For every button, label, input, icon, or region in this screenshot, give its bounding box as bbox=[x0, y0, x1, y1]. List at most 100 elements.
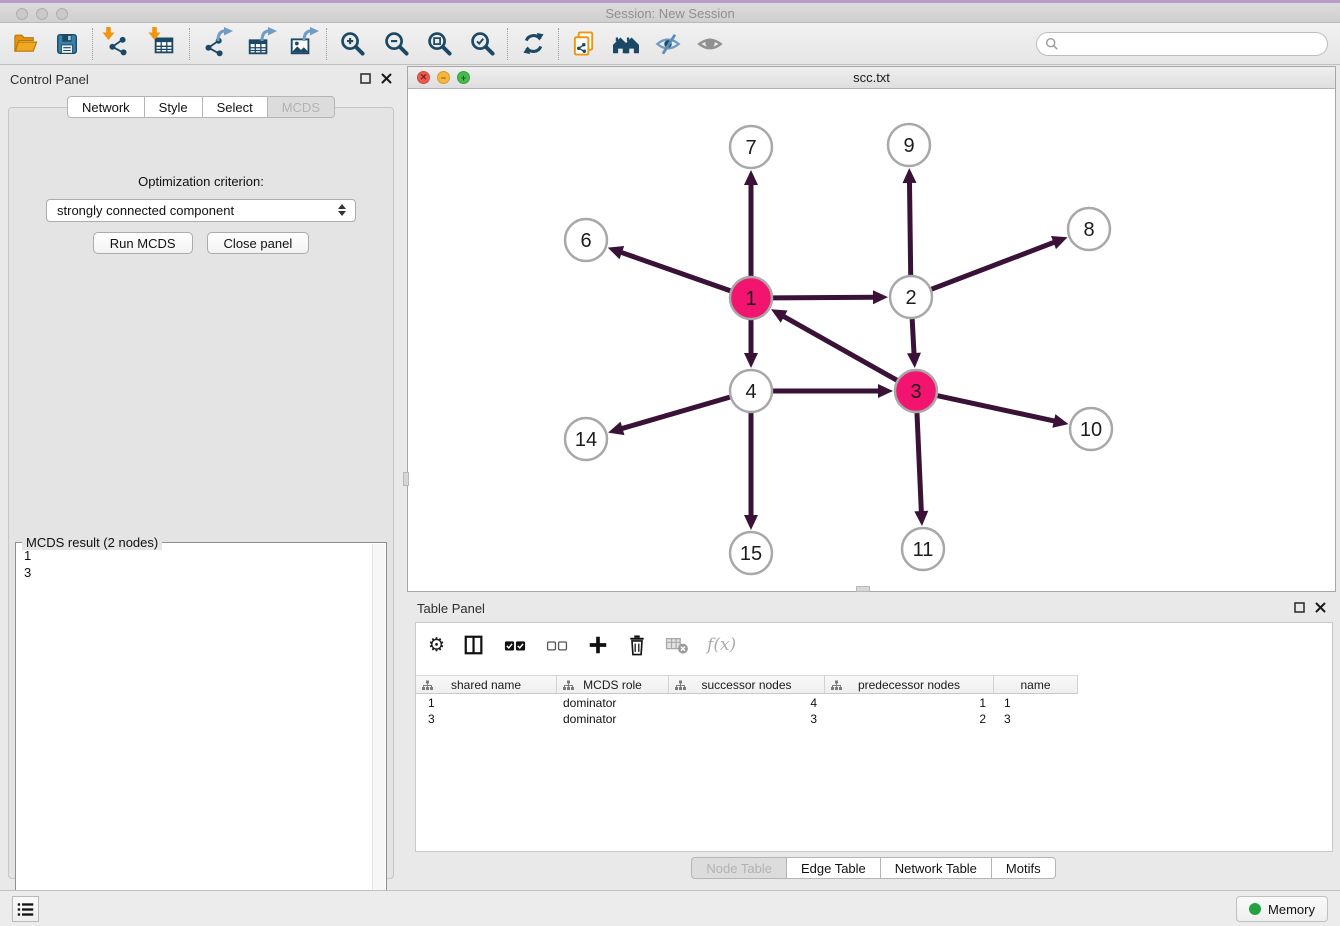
graph-edge-2-9[interactable] bbox=[903, 168, 917, 275]
select-all-columns-icon[interactable] bbox=[503, 634, 527, 656]
table-body: 1dominator4113dominator323 bbox=[416, 695, 1078, 727]
node-label: 8 bbox=[1083, 219, 1094, 241]
export-image-icon[interactable] bbox=[286, 29, 316, 59]
tab-select[interactable]: Select bbox=[203, 96, 268, 118]
cell-shared-name[interactable]: 3 bbox=[416, 711, 557, 727]
tab-motifs[interactable]: Motifs bbox=[992, 857, 1056, 879]
run-mcds-button[interactable]: Run MCDS bbox=[93, 232, 193, 254]
graph-node-4[interactable]: 4 bbox=[730, 370, 772, 412]
zoom-fit-content-icon[interactable] bbox=[424, 29, 454, 59]
float-panel-icon[interactable] bbox=[1294, 602, 1305, 613]
network-window-titlebar[interactable]: ✕ − + scc.txt bbox=[408, 67, 1335, 89]
search-field[interactable] bbox=[1036, 32, 1328, 56]
graph-edge-1-2[interactable] bbox=[773, 290, 888, 304]
edge-arrowhead bbox=[878, 384, 893, 398]
cell-mcds-role[interactable]: dominator bbox=[557, 695, 669, 711]
table-row[interactable]: 3dominator323 bbox=[416, 711, 1078, 727]
bird-view-eye-icon[interactable] bbox=[695, 29, 725, 59]
graph-node-11[interactable]: 11 bbox=[902, 528, 944, 570]
cell-mcds-role[interactable]: dominator bbox=[557, 711, 669, 727]
export-network-icon[interactable] bbox=[200, 29, 230, 59]
graph-node-10[interactable]: 10 bbox=[1070, 408, 1112, 450]
graph-node-3[interactable]: 3 bbox=[895, 370, 937, 412]
cell-name[interactable]: 3 bbox=[994, 711, 1078, 727]
control-panel-tabs: Network Style Select MCDS bbox=[0, 96, 402, 118]
memory-button[interactable]: Memory bbox=[1236, 896, 1328, 922]
graph-node-6[interactable]: 6 bbox=[565, 219, 607, 261]
window-title: Session: New Session bbox=[0, 6, 1340, 21]
column-header-successor-nodes[interactable]: successor nodes bbox=[669, 675, 825, 694]
table-settings-gear-icon[interactable]: ⚙ bbox=[428, 636, 445, 655]
zoom-selected-icon[interactable] bbox=[467, 29, 497, 59]
graph-node-14[interactable]: 14 bbox=[565, 418, 607, 460]
delete-table-icon bbox=[665, 635, 689, 655]
graph-node-15[interactable]: 15 bbox=[730, 532, 772, 574]
criterion-select[interactable]: strongly connected component bbox=[46, 199, 356, 222]
graph-edge-3-10[interactable] bbox=[937, 396, 1068, 428]
zoom-out-icon[interactable] bbox=[381, 29, 411, 59]
result-scrollbar[interactable] bbox=[372, 544, 385, 910]
column-header-shared-name[interactable]: shared name bbox=[416, 675, 557, 694]
graph-edge-4-14[interactable] bbox=[608, 397, 730, 435]
mcds-result-box: MCDS result (2 nodes) 1 3 bbox=[15, 542, 387, 912]
graph-edge-4-15[interactable] bbox=[744, 413, 758, 530]
graph-node-2[interactable]: 2 bbox=[890, 276, 932, 318]
graph-edge-1-7[interactable] bbox=[744, 170, 758, 276]
close-panel-icon[interactable] bbox=[1315, 602, 1326, 613]
import-network-icon[interactable] bbox=[103, 29, 133, 59]
delete-column-trash-icon[interactable] bbox=[627, 634, 647, 656]
graph-edge-4-3[interactable] bbox=[773, 384, 893, 398]
float-panel-icon[interactable] bbox=[360, 73, 371, 84]
tab-mcds[interactable]: MCDS bbox=[268, 96, 335, 118]
show-hide-graphics-details-icon[interactable] bbox=[653, 29, 683, 59]
tab-network-table[interactable]: Network Table bbox=[881, 857, 992, 879]
mcds-result-text[interactable]: 1 3 bbox=[18, 547, 370, 909]
import-table-icon[interactable] bbox=[149, 29, 179, 59]
cell-shared-name[interactable]: 1 bbox=[416, 695, 557, 711]
export-table-icon[interactable] bbox=[244, 29, 274, 59]
cell-successor-nodes[interactable]: 4 bbox=[669, 695, 825, 711]
graph-node-8[interactable]: 8 bbox=[1068, 208, 1110, 250]
column-header-predecessor-nodes[interactable]: predecessor nodes bbox=[825, 675, 994, 694]
task-history-button[interactable] bbox=[12, 896, 39, 922]
close-panel-button[interactable]: Close panel bbox=[207, 232, 310, 254]
graph-edge-2-3[interactable] bbox=[907, 319, 921, 368]
column-tree-icon bbox=[831, 680, 842, 691]
open-session-icon[interactable] bbox=[10, 29, 40, 59]
graph-edge-3-1[interactable] bbox=[771, 309, 897, 380]
column-header-mcds-role[interactable]: MCDS role bbox=[557, 675, 669, 694]
column-selector-icon[interactable] bbox=[463, 634, 485, 656]
graph-edge-1-4[interactable] bbox=[744, 320, 758, 368]
tab-edge-table[interactable]: Edge Table bbox=[787, 857, 881, 879]
graph-node-9[interactable]: 9 bbox=[888, 124, 930, 166]
tab-style[interactable]: Style bbox=[145, 96, 203, 118]
splitter-handle-horizontal[interactable] bbox=[856, 586, 870, 592]
home-icon[interactable] bbox=[611, 29, 641, 59]
column-header-name[interactable]: name bbox=[994, 675, 1078, 694]
graph-edge-2-8[interactable] bbox=[932, 236, 1068, 289]
create-column-plus-icon[interactable] bbox=[587, 634, 609, 656]
splitter-handle-vertical[interactable] bbox=[403, 472, 409, 486]
network-canvas[interactable]: 7 9 6 8 1 2 4 3 14 10 15 11 bbox=[408, 89, 1335, 591]
refresh-view-icon[interactable] bbox=[518, 29, 548, 59]
graph-node-1[interactable]: 1 bbox=[730, 277, 772, 319]
duplicate-network-icon[interactable] bbox=[569, 29, 599, 59]
search-input[interactable] bbox=[1059, 36, 1327, 51]
graph-node-7[interactable]: 7 bbox=[730, 126, 772, 168]
table-row[interactable]: 1dominator411 bbox=[416, 695, 1078, 711]
cell-predecessor-nodes[interactable]: 2 bbox=[825, 711, 994, 727]
cell-predecessor-nodes[interactable]: 1 bbox=[825, 695, 994, 711]
cell-successor-nodes[interactable]: 3 bbox=[669, 711, 825, 727]
import-arrow bbox=[147, 27, 162, 41]
graph-edge-3-11[interactable] bbox=[914, 413, 928, 526]
tab-network[interactable]: Network bbox=[67, 96, 145, 118]
edge-arrowhead bbox=[608, 246, 624, 259]
unselect-all-columns-icon[interactable] bbox=[545, 634, 569, 656]
cell-name[interactable]: 1 bbox=[994, 695, 1078, 711]
save-session-icon[interactable] bbox=[52, 29, 82, 59]
graph-edge-1-6[interactable] bbox=[608, 246, 731, 291]
tab-node-table[interactable]: Node Table bbox=[691, 857, 787, 879]
close-panel-icon[interactable] bbox=[381, 73, 392, 84]
export-arrow bbox=[302, 27, 320, 42]
zoom-in-icon[interactable] bbox=[337, 29, 367, 59]
